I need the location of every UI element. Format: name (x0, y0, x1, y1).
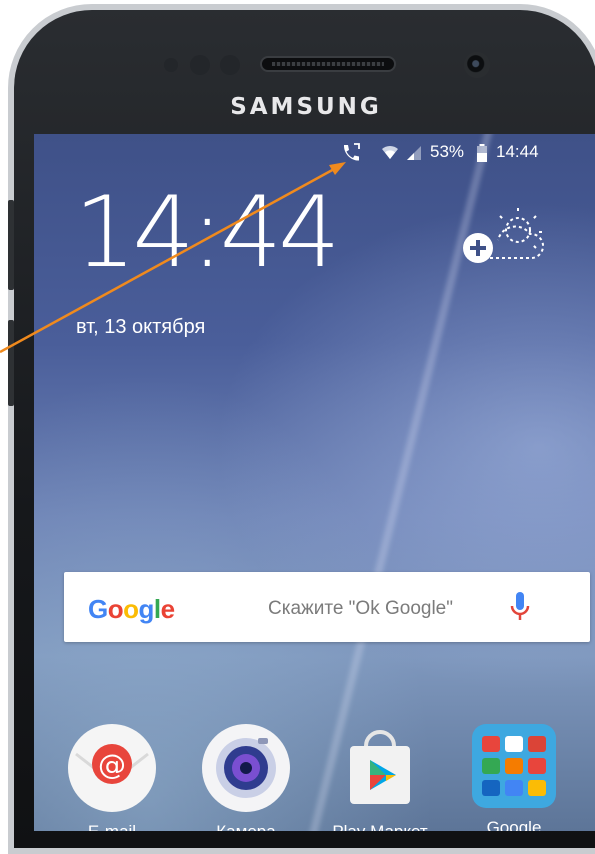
annotation-arrow (0, 162, 346, 354)
